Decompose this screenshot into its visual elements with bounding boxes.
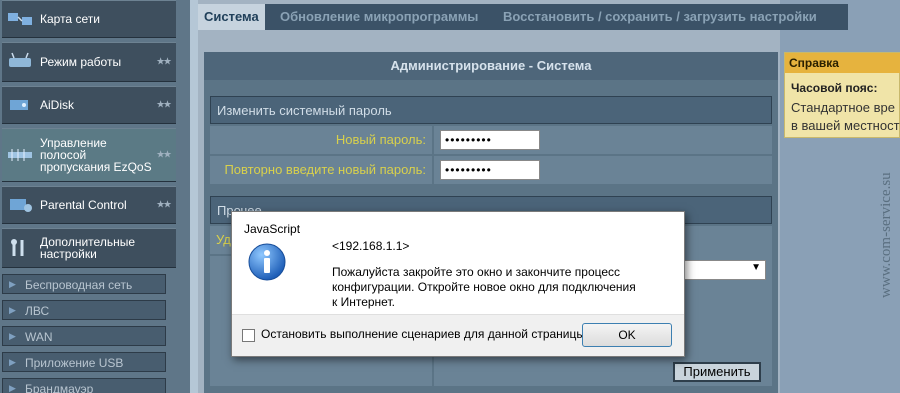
qos-icon (8, 149, 32, 161)
sidebar-item-label: Дополнительные настройки (40, 235, 135, 261)
submenu-item-wan[interactable]: ▶ WAN (2, 326, 166, 346)
sidebar-item-label: Карта сети (40, 12, 100, 26)
sidebar-item-network-map[interactable]: Карта сети (2, 0, 176, 38)
sidebar-item-aidisk[interactable]: AiDisk ★★ (2, 86, 176, 124)
tab-bar: Система Обновление микропрограммы Восста… (198, 4, 848, 30)
rating-stars: ★★ (156, 56, 172, 68)
password-section-header: Изменить системный пароль (210, 96, 772, 124)
dialog-message-line: Пожалуйста закройте это окно и закончите… (332, 265, 621, 279)
repeat-password-input[interactable]: ••••••••• (440, 160, 540, 180)
stop-scripts-checkbox[interactable] (242, 329, 255, 342)
submenu-item-label: Брандмауэр (25, 382, 94, 393)
apply-button[interactable]: Применить (673, 362, 761, 382)
help-line: в вашей местност (791, 118, 900, 133)
triangle-right-icon: ▶ (9, 305, 16, 315)
sidebar-item-label: AiDisk (40, 98, 75, 112)
dialog-message-line: конфигурации. Откройте новое окно для по… (332, 280, 636, 294)
tools-icon (11, 239, 24, 256)
submenu-item-firewall[interactable]: ▶ Брандмауэр (2, 378, 166, 393)
dialog-title: JavaScript (244, 222, 301, 236)
help-text: Стандартное вре в вашей местност (791, 99, 900, 135)
sidebar-item-label: Управление полосой пропускания EzQoS (40, 136, 152, 174)
sidebar-item-label: Parental Control (40, 198, 127, 212)
help-title: Справка (785, 53, 900, 73)
triangle-right-icon: ▶ (9, 279, 16, 289)
submenu-item-usb-app[interactable]: ▶ Приложение USB (2, 352, 166, 372)
sidebar-item-parental-control[interactable]: Parental Control ★★ (2, 186, 176, 224)
rating-stars: ★★ (156, 199, 172, 211)
dialog-message-line: к Интернет. (332, 295, 395, 309)
dialog-message: Пожалуйста закройте это окно и закончите… (332, 265, 662, 310)
ok-button[interactable]: OK (582, 323, 672, 347)
help-line: Стандартное вре (791, 100, 895, 115)
info-icon (248, 243, 286, 281)
triangle-right-icon: ▶ (9, 357, 16, 367)
submenu-item-label: Приложение USB (25, 356, 124, 370)
disk-icon (10, 100, 28, 110)
triangle-right-icon: ▶ (9, 331, 16, 341)
help-panel: Справка Часовой пояс: Стандартное вре в … (784, 52, 900, 138)
panel-title: Администрирование - Система (204, 52, 778, 80)
javascript-alert-dialog: JavaScript <192.168.1.1> Пожалуйста закр… (231, 211, 685, 357)
sidebar-item-advanced-settings[interactable]: Дополнительные настройки (2, 228, 176, 268)
repeat-password-label: Повторно введите новый пароль: (210, 156, 432, 184)
router-icon (9, 52, 31, 67)
submenu-item-label: ЛВС (25, 304, 50, 318)
dialog-footer: Остановить выполнение сценариев для данн… (232, 314, 684, 356)
submenu-item-label: Беспроводная сеть (25, 278, 133, 292)
tab-system[interactable]: Система (198, 4, 265, 30)
submenu-item-wireless[interactable]: ▶ Беспроводная сеть (2, 274, 166, 294)
chevron-down-icon: ▼ (751, 262, 761, 273)
tab-restore-save-settings[interactable]: Восстановить / сохранить / загрузить нас… (497, 4, 823, 30)
watermark: www.com-service.su (878, 172, 894, 298)
triangle-right-icon: ▶ (9, 383, 16, 393)
new-password-input[interactable]: ••••••••• (440, 130, 540, 150)
submenu-item-lan[interactable]: ▶ ЛВС (2, 300, 166, 320)
stop-scripts-label[interactable]: Остановить выполнение сценариев для данн… (261, 327, 585, 341)
sidebar-divider (190, 0, 198, 393)
help-subtitle: Часовой пояс: (791, 81, 878, 95)
sidebar-item-operation-mode[interactable]: Режим работы ★★ (2, 42, 176, 82)
network-map-icon (8, 13, 32, 25)
parental-control-icon (10, 199, 32, 212)
sidebar: Карта сети Режим работы ★★ AiDisk ★★ Упр… (0, 0, 190, 393)
rating-stars: ★★ (156, 149, 172, 161)
new-password-label: Новый пароль: (210, 126, 432, 154)
sidebar-item-label: Режим работы (40, 55, 122, 69)
new-password-cell: ••••••••• (434, 126, 772, 154)
submenu-item-label: WAN (25, 330, 53, 344)
sidebar-item-ezqos[interactable]: Управление полосой пропускания EzQoS ★★ (2, 128, 176, 182)
tab-firmware-upgrade[interactable]: Обновление микропрограммы (274, 4, 484, 30)
rating-stars: ★★ (156, 99, 172, 111)
repeat-password-cell: ••••••••• (434, 156, 772, 184)
dialog-host: <192.168.1.1> (332, 239, 410, 253)
watermark-text: www.com-service.su (878, 172, 894, 298)
dropdown-select[interactable]: ▼ (684, 260, 766, 280)
